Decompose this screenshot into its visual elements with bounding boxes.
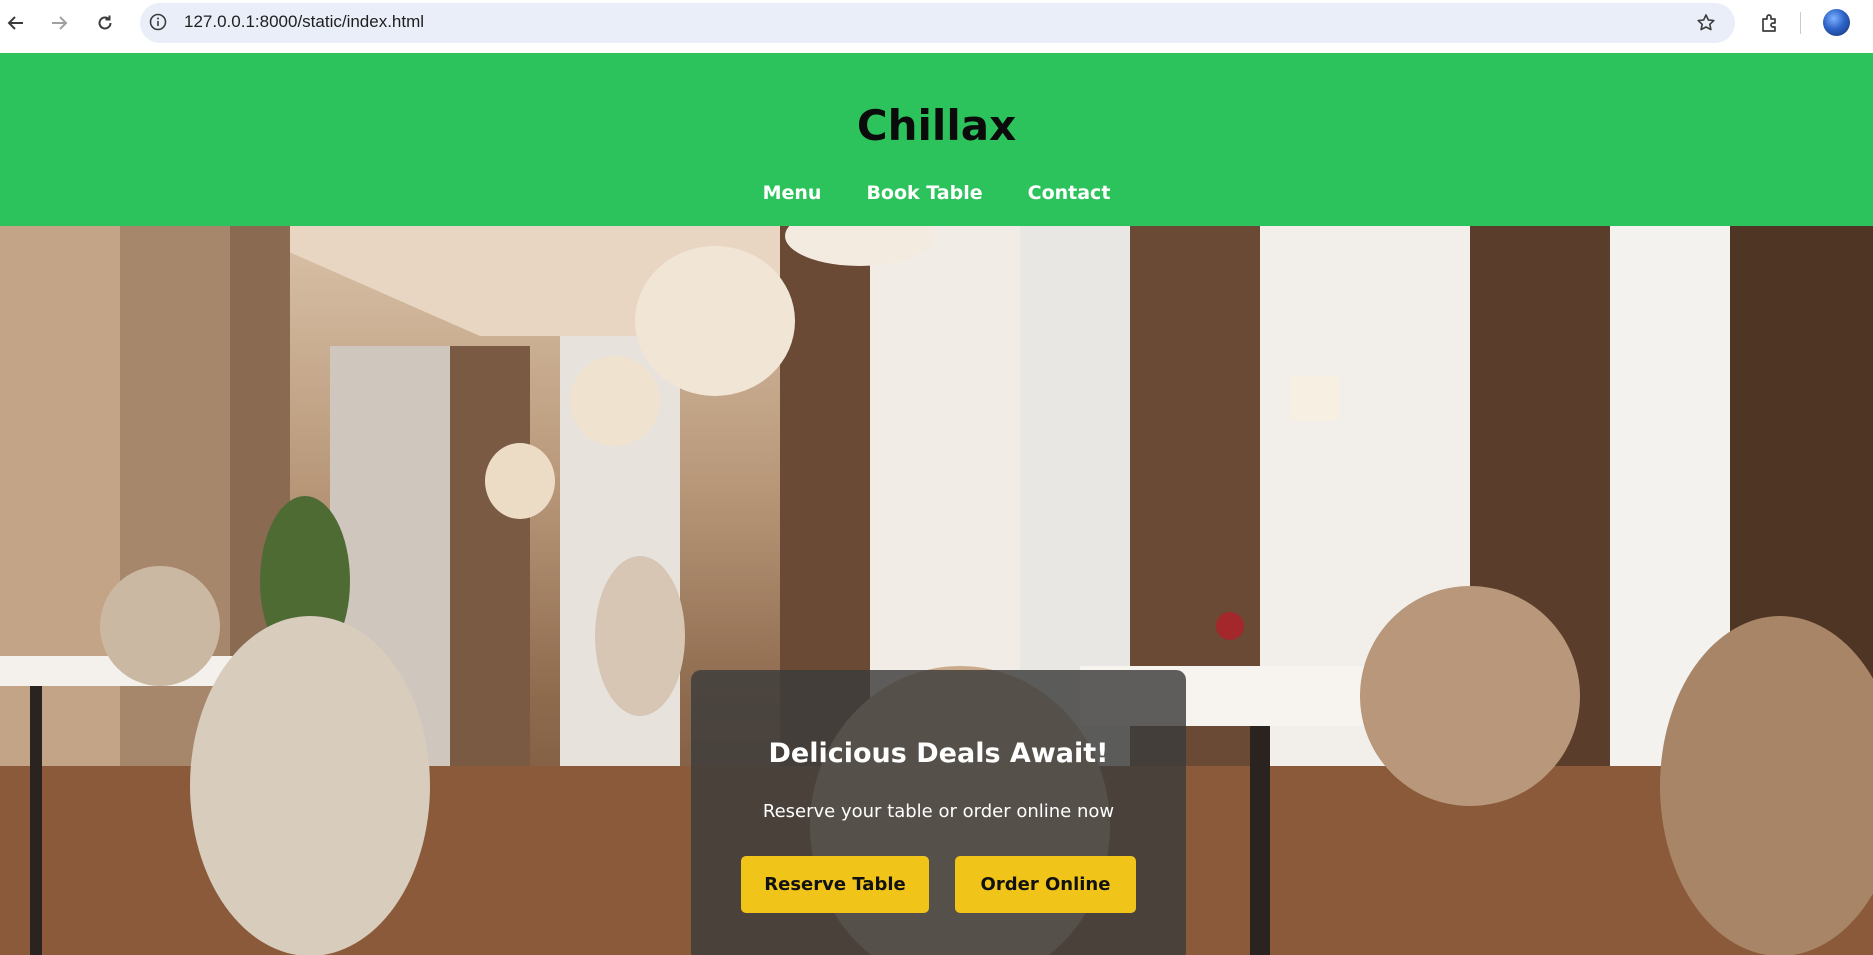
- back-arrow-icon[interactable]: [3, 10, 29, 36]
- hero-section: Delicious Deals Await! Reserve your tabl…: [0, 226, 1873, 955]
- promo-card: Delicious Deals Await! Reserve your tabl…: [691, 670, 1186, 955]
- nav-link-book-table[interactable]: Book Table: [866, 181, 982, 205]
- reload-icon[interactable]: [92, 10, 118, 36]
- order-online-button[interactable]: Order Online: [955, 856, 1136, 913]
- browser-toolbar: 127.0.0.1:8000/static/index.html: [0, 0, 1873, 53]
- promo-title: Delicious Deals Await!: [768, 738, 1109, 769]
- nav-link-contact[interactable]: Contact: [1028, 181, 1111, 205]
- site-title: Chillax: [856, 101, 1017, 150]
- profile-avatar[interactable]: [1823, 9, 1850, 36]
- promo-subtitle: Reserve your table or order online now: [762, 801, 1115, 822]
- bookmark-star-icon[interactable]: [1693, 10, 1719, 36]
- site-info-icon[interactable]: [148, 12, 168, 32]
- toolbar-divider: [1800, 12, 1801, 34]
- url-text[interactable]: 127.0.0.1:8000/static/index.html: [184, 12, 424, 32]
- main-nav: Menu Book Table Contact: [0, 181, 1873, 205]
- nav-link-menu[interactable]: Menu: [763, 181, 822, 205]
- forward-arrow-icon[interactable]: [46, 10, 72, 36]
- extensions-icon[interactable]: [1756, 9, 1784, 37]
- site-header: Chillax Menu Book Table Contact: [0, 53, 1873, 226]
- reserve-table-button[interactable]: Reserve Table: [741, 856, 929, 913]
